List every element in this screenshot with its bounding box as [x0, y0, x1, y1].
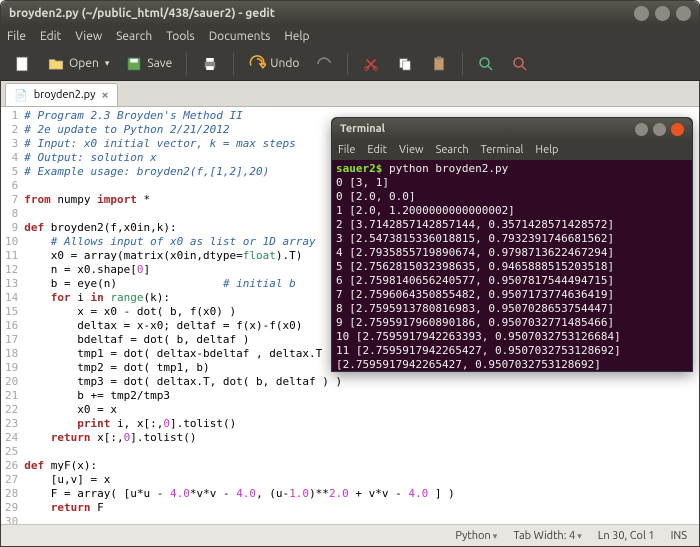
separator: [462, 53, 463, 75]
separator: [186, 53, 187, 75]
tab-width-selector[interactable]: Tab Width: 4: [513, 530, 581, 542]
tmenu-edit[interactable]: Edit: [367, 144, 387, 156]
tmenu-search[interactable]: Search: [436, 144, 469, 156]
chevron-down-icon: ▾: [105, 58, 110, 69]
terminal-minimize-button[interactable]: [635, 123, 648, 136]
menubar: File Edit View Search Tools Documents He…: [1, 25, 699, 47]
find-button[interactable]: [471, 51, 501, 77]
menu-edit[interactable]: Edit: [40, 30, 61, 43]
line-gutter: 1 2 3 4 5 6 7 8 9 10 11 12 13 14 15 16 1…: [1, 107, 24, 524]
terminal-title: Terminal: [340, 123, 635, 135]
menu-help[interactable]: Help: [284, 30, 309, 43]
statusbar: Python Tab Width: 4 Ln 30, Col 1 INS: [1, 524, 699, 546]
terminal-output[interactable]: sauer2$ python broyden2.py 0 [3, 1] 0 [2…: [332, 160, 692, 371]
tmenu-help[interactable]: Help: [535, 144, 558, 156]
terminal-titlebar[interactable]: Terminal: [332, 118, 692, 140]
tab-close-icon[interactable]: ×: [101, 88, 108, 102]
terminal-close-button[interactable]: [671, 123, 684, 136]
insert-mode: INS: [671, 530, 687, 542]
undo-button[interactable]: Undo: [242, 51, 305, 77]
close-button[interactable]: [676, 6, 691, 21]
redo-button[interactable]: [309, 51, 339, 77]
cursor-position: Ln 30, Col 1: [598, 530, 655, 542]
copy-button[interactable]: [390, 51, 420, 77]
terminal-maximize-button[interactable]: [653, 123, 666, 136]
print-button[interactable]: [195, 51, 225, 77]
menu-tools[interactable]: Tools: [166, 30, 195, 43]
titlebar[interactable]: broyden2.py (~/public_html/438/sauer2) -…: [1, 1, 699, 25]
tabbar: 📄 broyden2.py ×: [1, 81, 699, 107]
tmenu-view[interactable]: View: [399, 144, 424, 156]
menu-view[interactable]: View: [75, 30, 102, 43]
tab-label: broyden2.py: [34, 89, 96, 101]
menu-search[interactable]: Search: [116, 30, 152, 43]
cut-button[interactable]: [356, 51, 386, 77]
tmenu-terminal[interactable]: Terminal: [481, 144, 524, 156]
save-button[interactable]: Save: [119, 51, 178, 77]
paste-button[interactable]: [424, 51, 454, 77]
window-title: broyden2.py (~/public_html/438/sauer2) -…: [9, 7, 628, 20]
new-button[interactable]: [7, 51, 37, 77]
file-icon: 📄: [14, 89, 28, 102]
tmenu-file[interactable]: File: [338, 144, 355, 156]
toolbar: Open▾ Save Undo: [1, 47, 699, 81]
separator: [233, 53, 234, 75]
terminal-menubar: File Edit View Search Terminal Help: [332, 140, 692, 160]
open-button[interactable]: Open▾: [41, 51, 115, 77]
menu-file[interactable]: File: [7, 30, 26, 43]
terminal-window[interactable]: Terminal File Edit View Search Terminal …: [331, 117, 693, 372]
menu-documents[interactable]: Documents: [209, 30, 271, 43]
maximize-button[interactable]: [655, 6, 670, 21]
language-selector[interactable]: Python: [455, 530, 497, 542]
minimize-button[interactable]: [634, 6, 649, 21]
tab-broyden2[interactable]: 📄 broyden2.py ×: [5, 83, 118, 106]
replace-button[interactable]: [505, 51, 535, 77]
separator: [347, 53, 348, 75]
